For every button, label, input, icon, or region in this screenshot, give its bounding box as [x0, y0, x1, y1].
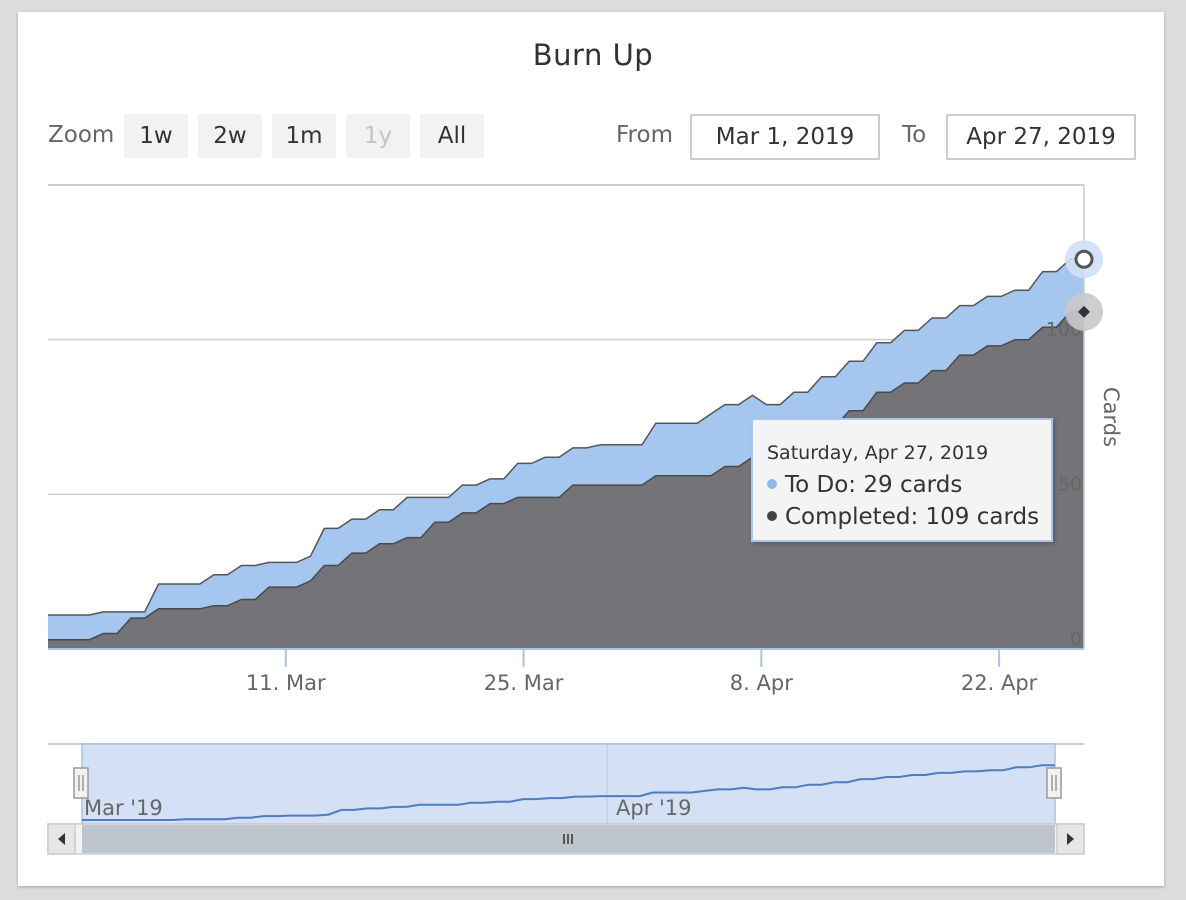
navigator-left-handle[interactable] — [73, 767, 89, 799]
x-tick-label-0: 11. Mar — [246, 671, 326, 695]
tooltip-todo-text: To Do: 29 cards — [785, 472, 963, 498]
scrollbar-left-arrow[interactable] — [47, 823, 76, 855]
tooltip-date: Saturday, Apr 27, 2019 — [767, 442, 989, 464]
navigator-label-apr: Apr '19 — [616, 796, 692, 820]
tooltip: Saturday, Apr 27, 2019 To Do: 29 cards C… — [751, 418, 1053, 542]
x-tick-label-3: 22. Apr — [961, 671, 1038, 695]
y-tick-label-50: 50 — [1058, 473, 1082, 495]
tooltip-completed-row: Completed: 109 cards — [767, 504, 1039, 530]
navigator[interactable]: Mar '19 Apr '19 — [48, 743, 1084, 825]
navigator-label-mar: Mar '19 — [84, 796, 163, 820]
y-axis-title: Cards — [1099, 387, 1123, 447]
navigator-selection[interactable] — [81, 743, 1056, 825]
plot-series — [48, 185, 1085, 649]
completed-dot-icon — [767, 510, 777, 521]
y-tick-label-0: 0 — [1070, 628, 1082, 650]
x-tick-label-2: 8. Apr — [730, 671, 793, 695]
tooltip-completed-text: Completed: 109 cards — [785, 504, 1040, 530]
navigator-right-handle[interactable] — [1046, 767, 1062, 799]
tooltip-todo-row: To Do: 29 cards — [767, 472, 962, 498]
x-tick-label-1: 25. Mar — [484, 671, 564, 695]
todo-dot-icon — [767, 478, 777, 489]
todo-point-marker — [1074, 249, 1094, 269]
scrollbar-right-arrow[interactable] — [1056, 823, 1085, 855]
scrollbar[interactable] — [47, 823, 1085, 855]
x-axis: 11. Mar 25. Mar 8. Apr 22. Apr — [48, 648, 1084, 695]
